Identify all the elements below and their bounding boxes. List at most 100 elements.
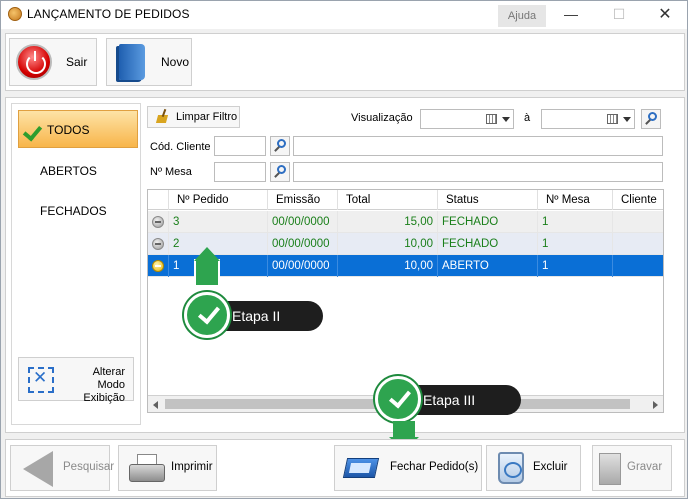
bottom-toolbar: Pesquisar Imprimir Fechar Pedido(s) Excl… bbox=[5, 439, 685, 497]
search-mesa-button[interactable] bbox=[270, 162, 290, 182]
status-filter-sidebar: TODOS ABERTOS FECHADOS Alterar Modo Exib… bbox=[11, 103, 141, 425]
change-view-mode-label: Alterar Modo Exibição bbox=[63, 366, 125, 405]
minimize-button[interactable]: — bbox=[548, 1, 594, 29]
pedido-cell: 3 bbox=[169, 211, 268, 233]
calendar-icon bbox=[486, 114, 497, 124]
date-from-picker[interactable] bbox=[420, 109, 514, 129]
closed-status-icon bbox=[152, 216, 164, 228]
fechar-pedido-button[interactable]: Fechar Pedido(s) bbox=[334, 445, 482, 491]
new-document-icon bbox=[119, 44, 145, 80]
table-row[interactable]: 3 00/00/0000 15,00 FECHADO 1 bbox=[148, 211, 663, 233]
column-header-total[interactable]: Total bbox=[338, 190, 438, 210]
column-header-status-icon bbox=[148, 190, 169, 210]
column-header-cliente[interactable]: Cliente bbox=[613, 190, 663, 210]
novo-button[interactable]: Novo bbox=[106, 38, 192, 86]
sidebar-item-label: FECHADOS bbox=[40, 204, 107, 218]
column-header-status[interactable]: Status bbox=[438, 190, 538, 210]
change-view-mode-button[interactable]: Alterar Modo Exibição bbox=[18, 357, 134, 404]
expand-icon bbox=[28, 367, 54, 393]
sidebar-item-abertos[interactable]: ABERTOS bbox=[18, 152, 138, 190]
chevron-down-icon bbox=[623, 117, 631, 122]
gravar-button[interactable]: Gravar bbox=[592, 445, 672, 491]
cliente-cell bbox=[613, 255, 663, 277]
cliente-name-input[interactable] bbox=[293, 136, 663, 156]
change-view-mode-line2: Exibição bbox=[83, 392, 125, 404]
save-icon bbox=[599, 453, 621, 485]
sidebar-item-fechados[interactable]: FECHADOS bbox=[18, 192, 138, 230]
calendar-icon bbox=[607, 114, 618, 124]
imprimir-button[interactable]: Imprimir bbox=[118, 445, 217, 491]
gravar-label: Gravar bbox=[627, 461, 663, 473]
mesa-cell: 1 bbox=[538, 233, 613, 255]
check-icon bbox=[25, 125, 43, 137]
column-header-emissao[interactable]: Emissão bbox=[268, 190, 338, 210]
card-icon bbox=[342, 458, 380, 478]
main-panel: TODOS ABERTOS FECHADOS Alterar Modo Exib… bbox=[5, 97, 685, 433]
cliente-code-input[interactable] bbox=[214, 136, 266, 156]
mesa-cell: 1 bbox=[538, 211, 613, 233]
cliente-cell bbox=[613, 233, 663, 255]
mesa-number-input[interactable] bbox=[214, 162, 266, 182]
broom-icon bbox=[155, 109, 169, 124]
total-cell: 10,00 bbox=[338, 233, 438, 255]
search-icon bbox=[277, 139, 286, 148]
status-text-cell: ABERTO bbox=[438, 255, 538, 277]
status-text-cell: FECHADO bbox=[438, 211, 538, 233]
close-button[interactable]: ✕ bbox=[642, 1, 687, 29]
closed-status-icon bbox=[152, 238, 164, 250]
callout-etapa-2: Etapa II bbox=[184, 247, 323, 338]
table-row-selected[interactable]: 1 00/00/0000 10,00 ABERTO 1 bbox=[148, 255, 663, 277]
mesa-label: Nº Mesa bbox=[150, 166, 192, 178]
printer-icon bbox=[129, 454, 165, 484]
help-button[interactable]: Ajuda bbox=[498, 5, 546, 27]
window-title: LANÇAMENTO DE PEDIDOS bbox=[27, 7, 190, 21]
status-cell bbox=[148, 211, 169, 233]
maximize-button[interactable]: ☐ bbox=[596, 1, 642, 29]
date-to-picker[interactable] bbox=[541, 109, 635, 129]
emissao-cell: 00/00/0000 bbox=[268, 255, 338, 277]
excluir-button[interactable]: Excluir bbox=[486, 445, 581, 491]
status-text-cell: FECHADO bbox=[438, 233, 538, 255]
scroll-right-icon[interactable] bbox=[653, 401, 658, 409]
callout-pointer bbox=[194, 247, 220, 285]
pesquisar-button[interactable]: Pesquisar bbox=[10, 445, 114, 491]
search-date-button[interactable] bbox=[641, 109, 661, 129]
callout-etapa-3-label: Etapa III bbox=[423, 392, 476, 408]
novo-label: Novo bbox=[161, 55, 190, 69]
column-header-pedido[interactable]: Nº Pedido bbox=[169, 190, 268, 210]
trash-icon bbox=[498, 452, 524, 484]
sidebar-item-todos[interactable]: TODOS bbox=[18, 110, 138, 148]
chevron-down-icon bbox=[502, 117, 510, 122]
clear-filter-button[interactable]: Limpar Filtro bbox=[147, 106, 240, 128]
callout-etapa-2-label: Etapa II bbox=[232, 308, 281, 324]
total-cell: 10,00 bbox=[338, 255, 438, 277]
sidebar-item-label: ABERTOS bbox=[40, 164, 97, 178]
emissao-cell: 00/00/0000 bbox=[268, 233, 338, 255]
total-cell: 15,00 bbox=[338, 211, 438, 233]
cliente-label: Cód. Cliente bbox=[150, 141, 211, 153]
sair-button[interactable]: Sair bbox=[9, 38, 97, 86]
search-cliente-button[interactable] bbox=[270, 136, 290, 156]
app-icon bbox=[8, 7, 22, 21]
imprimir-label: Imprimir bbox=[171, 461, 213, 473]
order-entry-window: LANÇAMENTO DE PEDIDOS Ajuda — ☐ ✕ Sair N… bbox=[0, 0, 688, 499]
table-row[interactable]: 2 00/00/0000 10,00 FECHADO 1 bbox=[148, 233, 663, 255]
status-cell bbox=[148, 255, 169, 277]
open-status-icon bbox=[152, 260, 164, 272]
visualizacao-label: Visualização bbox=[351, 112, 413, 124]
mesa-cell: 1 bbox=[538, 255, 613, 277]
search-icon bbox=[648, 112, 657, 121]
emissao-cell: 00/00/0000 bbox=[268, 211, 338, 233]
sidebar-item-label: TODOS bbox=[47, 123, 90, 137]
scroll-left-icon[interactable] bbox=[153, 401, 158, 409]
callout-etapa-3: Etapa III bbox=[375, 376, 521, 451]
cliente-cell bbox=[613, 211, 663, 233]
clear-filter-label: Limpar Filtro bbox=[176, 111, 238, 123]
date-range-separator: à bbox=[524, 112, 531, 124]
mesa-name-input[interactable] bbox=[293, 162, 663, 182]
change-view-mode-line1: Alterar Modo bbox=[92, 366, 125, 391]
grid-header: Nº Pedido Emissão Total Status Nº Mesa C… bbox=[148, 190, 663, 210]
fechar-pedido-label: Fechar Pedido(s) bbox=[390, 461, 479, 473]
excluir-label: Excluir bbox=[533, 461, 568, 473]
column-header-mesa[interactable]: Nº Mesa bbox=[538, 190, 613, 210]
